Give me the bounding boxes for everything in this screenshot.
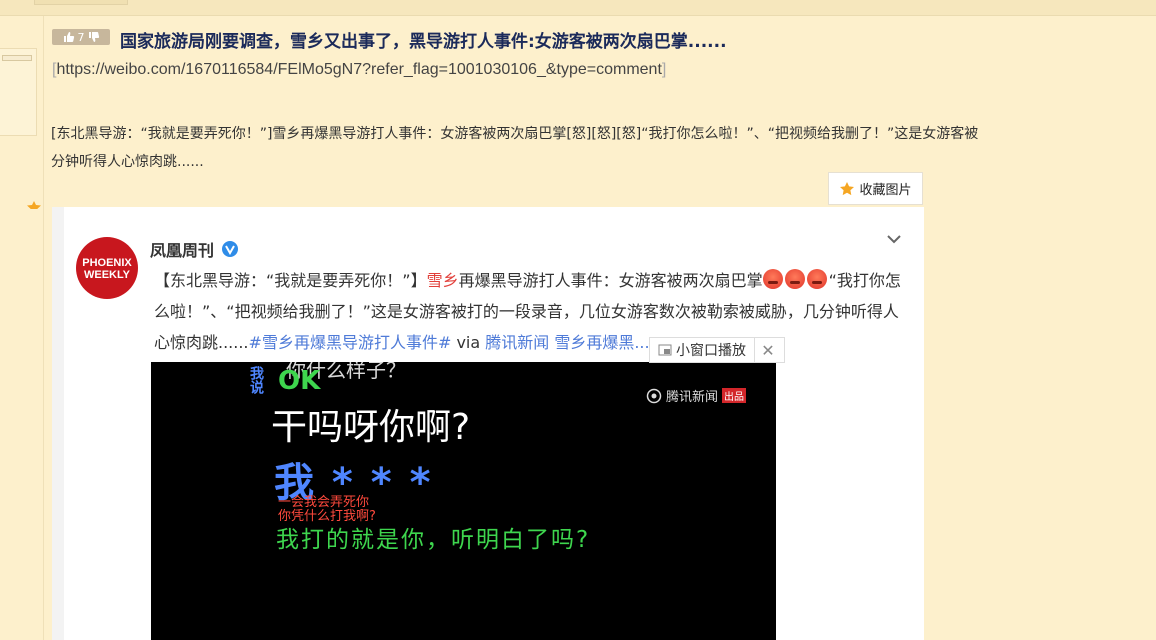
hashtag-link[interactable]: #雪乡再爆黑导游打人事件# [249,333,452,352]
source-link[interactable]: https://weibo.com/1670116584/FElMo5gN7?r… [56,61,661,78]
left-panel-card [0,48,37,136]
weibo-card: PHOENIX WEEKLY 凤凰周刊 【东北黑导游：“我就是要弄死你！”】雪乡… [64,207,924,640]
video-caption-line3a: 一会我会弄死你 [278,495,370,510]
angry-emoji-icon [784,269,805,289]
star-icon [840,181,855,195]
top-toolbar [0,0,1156,16]
post-body-line-2: 分钟听得人心惊肉跳...... [51,154,204,170]
keyword-link[interactable]: 雪乡 [427,271,459,290]
mini-window-icon [658,344,672,356]
video-logo-text: 腾讯新闻 [666,390,719,405]
mini-window-label: 小窗口播放 [676,343,746,359]
weibo-text: 【东北黑导游：“我就是要弄死你！”】雪乡再爆黑导游打人事件：女游客被两次扇巴掌 “… [154,265,914,358]
via-text: via [451,333,486,352]
favorite-image-label: 收藏图片 [859,183,912,198]
left-mini-bar[interactable] [2,55,32,61]
video-logo: 腾讯新闻 出品 [646,386,747,405]
link-bracket-close: ] [661,61,667,78]
weibo-text-part1: 【东北黑导游：“我就是要弄死你！”】 [154,271,427,290]
avatar[interactable]: PHOENIX WEEKLY [76,237,138,299]
star-sliver-icon [27,201,41,209]
post-title[interactable]: 国家旅游局刚要调查，雪乡又出事了，黑导游打人事件:女游客被两次扇巴掌...... [120,27,727,52]
video-player[interactable]: 你什么样子？ 我说 OK 腾讯新闻 出品 干吗呀你啊? 我 * * * 一会我会… [151,362,776,640]
author-name[interactable]: 凤凰周刊 [150,237,214,261]
tencent-news-icon [646,388,662,403]
toolbar-tab[interactable] [34,0,128,5]
video-caption-side: 我说 [248,366,264,394]
video-caption-line1: 干吗呀你啊? [271,407,471,448]
video-caption-ok: OK [278,366,321,396]
verified-badge-icon [222,241,239,257]
left-column [0,16,44,640]
video-caption-line4: 我打的就是你，听明白了吗? [276,527,591,553]
angry-emoji-icon [806,269,827,289]
thumbs-down-icon[interactable] [88,31,100,43]
post-body: [东北黑导游：“我就是要弄死你！”]雪乡再爆黑导游打人事件：女游客被两次扇巴掌[… [51,120,1156,180]
chevron-down-icon[interactable] [884,229,904,249]
angry-emoji-icon [762,269,783,289]
source-link-line: [https://weibo.com/1670116584/FElMo5gN7?… [52,61,666,79]
via-link[interactable]: 腾讯新闻 雪乡再爆黑... [485,333,649,352]
thumbs-up-icon[interactable] [63,31,75,43]
favorite-image-button[interactable]: 收藏图片 [828,172,923,205]
weibo-text-part2: 再爆黑导游打人事件：女游客被两次扇巴掌 [458,271,763,290]
author-row: 凤凰周刊 [150,237,239,261]
video-logo-badge: 出品 [722,388,747,403]
mini-window-play-button[interactable]: 小窗口播放 [650,338,755,362]
weibo-screenshot: PHOENIX WEEKLY 凤凰周刊 【东北黑导游：“我就是要弄死你！”】雪乡… [52,207,924,640]
vote-count: 7 [77,30,85,44]
close-icon[interactable]: ✕ [755,341,781,360]
vote-badge[interactable]: 7 [52,29,110,45]
post-body-line-1: [东北黑导游：“我就是要弄死你！”]雪乡再爆黑导游打人事件：女游客被两次扇巴掌[… [51,126,979,142]
mini-window-play: 小窗口播放 ✕ [649,337,785,363]
